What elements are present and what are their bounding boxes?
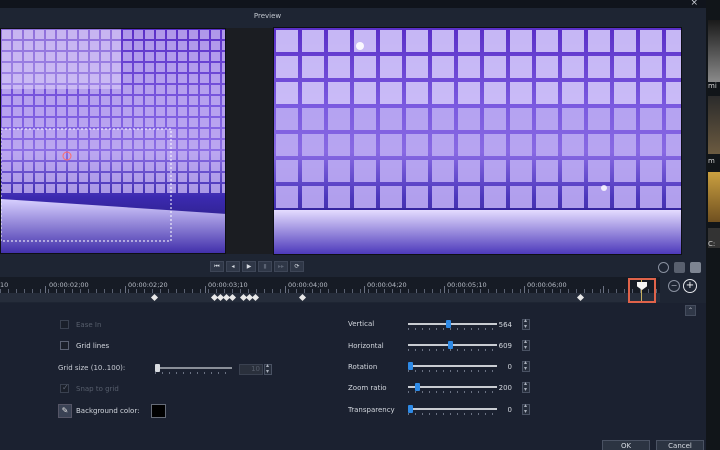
library-thumbnail[interactable] [708, 172, 720, 222]
library-thumbnail[interactable] [708, 20, 720, 82]
previous-frame-button[interactable]: ◂ [226, 261, 240, 272]
dashboard-icon[interactable] [658, 262, 669, 273]
keyframe-track[interactable] [0, 293, 660, 302]
disco-tiles-image [274, 28, 681, 254]
library-label: m [708, 157, 715, 165]
snap-to-grid-checkbox[interactable]: ✓ [60, 383, 69, 393]
go-to-end-button[interactable]: ▸▸ [274, 261, 288, 272]
vertical-value[interactable]: 564 [488, 321, 512, 329]
title-bar: × [0, 0, 720, 8]
rotation-label: Rotation [348, 363, 378, 371]
cancel-button[interactable]: Cancel [656, 440, 704, 450]
next-frame-button[interactable]: ▮ [258, 261, 272, 272]
ruler-label: 00:00:05;10 [447, 281, 487, 289]
horizontal-slider[interactable] [408, 341, 497, 351]
result-viewport [273, 27, 682, 255]
transparency-spinner[interactable] [522, 402, 530, 415]
horizontal-label: Horizontal [348, 342, 384, 350]
ruler-label: 10 [0, 281, 9, 289]
horizontal-spinner[interactable] [522, 338, 530, 351]
rotation-spinner[interactable] [522, 359, 530, 372]
timeline-ruler[interactable]: 10 00:00:02;00 00:00:02;20 00:00:03;10 0… [0, 277, 660, 293]
vertical-label: Vertical [348, 320, 375, 328]
grid-size-spinner[interactable] [264, 362, 272, 375]
preview-title: Preview [253, 12, 282, 20]
zoom-out-icon[interactable]: − [668, 280, 680, 292]
library-label: C: [708, 240, 716, 248]
viewport-divider [226, 28, 273, 254]
grid-size-slider[interactable] [155, 364, 232, 374]
disco-tiles-image [1, 29, 225, 253]
transparency-slider[interactable] [408, 405, 497, 415]
ruler-label: 00:00:02;00 [49, 281, 89, 289]
ok-button[interactable]: OK [602, 440, 650, 450]
playback-controls: ⏮ ◂ ▶ ▮ ▸▸ ⟳ [210, 261, 304, 273]
rotation-value[interactable]: 0 [488, 363, 512, 371]
keyframe-marker[interactable] [298, 293, 307, 302]
background-color-swatch[interactable] [151, 404, 166, 418]
ruler-label: 00:00:04;00 [288, 281, 328, 289]
collapse-panel-button[interactable]: ⌃ [685, 305, 696, 316]
go-to-start-button[interactable]: ⏮ [210, 261, 224, 272]
background-color-label: Background color: [76, 407, 140, 415]
horizontal-value[interactable]: 609 [488, 342, 512, 350]
original-viewport[interactable] [0, 28, 226, 254]
keyframe-marker[interactable] [251, 293, 260, 302]
ruler-label: 00:00:02;20 [128, 281, 168, 289]
rotation-slider[interactable] [408, 362, 497, 372]
grid-size-input[interactable]: 10 [239, 364, 263, 375]
vertical-slider[interactable] [408, 320, 497, 330]
ruler-label: 00:00:03;10 [208, 281, 248, 289]
snap-to-grid-label: Snap to grid [76, 385, 119, 393]
device-icon[interactable] [674, 262, 685, 273]
zoom-ratio-value[interactable]: 200 [488, 384, 512, 392]
color-swatch-icon[interactable] [690, 262, 701, 273]
keyframe-marker[interactable] [576, 293, 585, 302]
zoom-ratio-slider[interactable] [408, 383, 497, 393]
ease-in-label: Ease In [76, 321, 102, 329]
vertical-spinner[interactable] [522, 317, 530, 330]
ease-in-checkbox[interactable] [60, 320, 69, 329]
transparency-label: Transparency [348, 406, 395, 414]
library-thumbnail[interactable] [708, 96, 720, 154]
keyframe-highlight-box [628, 278, 656, 303]
grid-lines-label: Grid lines [76, 342, 110, 350]
play-button[interactable]: ▶ [242, 261, 256, 272]
transparency-value[interactable]: 0 [488, 406, 512, 414]
repeat-button[interactable]: ⟳ [290, 261, 304, 272]
ruler-label: 00:00:06;00 [527, 281, 567, 289]
grid-size-label: Grid size (10..100): [58, 364, 126, 372]
library-label: mi [708, 82, 717, 90]
ruler-label: 00:00:04;20 [367, 281, 407, 289]
zoom-ratio-label: Zoom ratio [348, 384, 387, 392]
eyedropper-icon[interactable]: ✎ [58, 404, 72, 418]
keyframe-marker[interactable] [228, 293, 237, 302]
grid-lines-checkbox[interactable] [60, 341, 69, 350]
pan-zoom-dialog: × Preview mi m C: ⏮ ◂ ▶ ▮ ▸▸ ⟳ 10 00:00:… [0, 0, 720, 450]
zoom-ratio-spinner[interactable] [522, 380, 530, 393]
close-icon[interactable]: × [690, 0, 698, 8]
zoom-in-icon[interactable]: + [683, 279, 697, 293]
keyframe-marker[interactable] [150, 293, 159, 302]
